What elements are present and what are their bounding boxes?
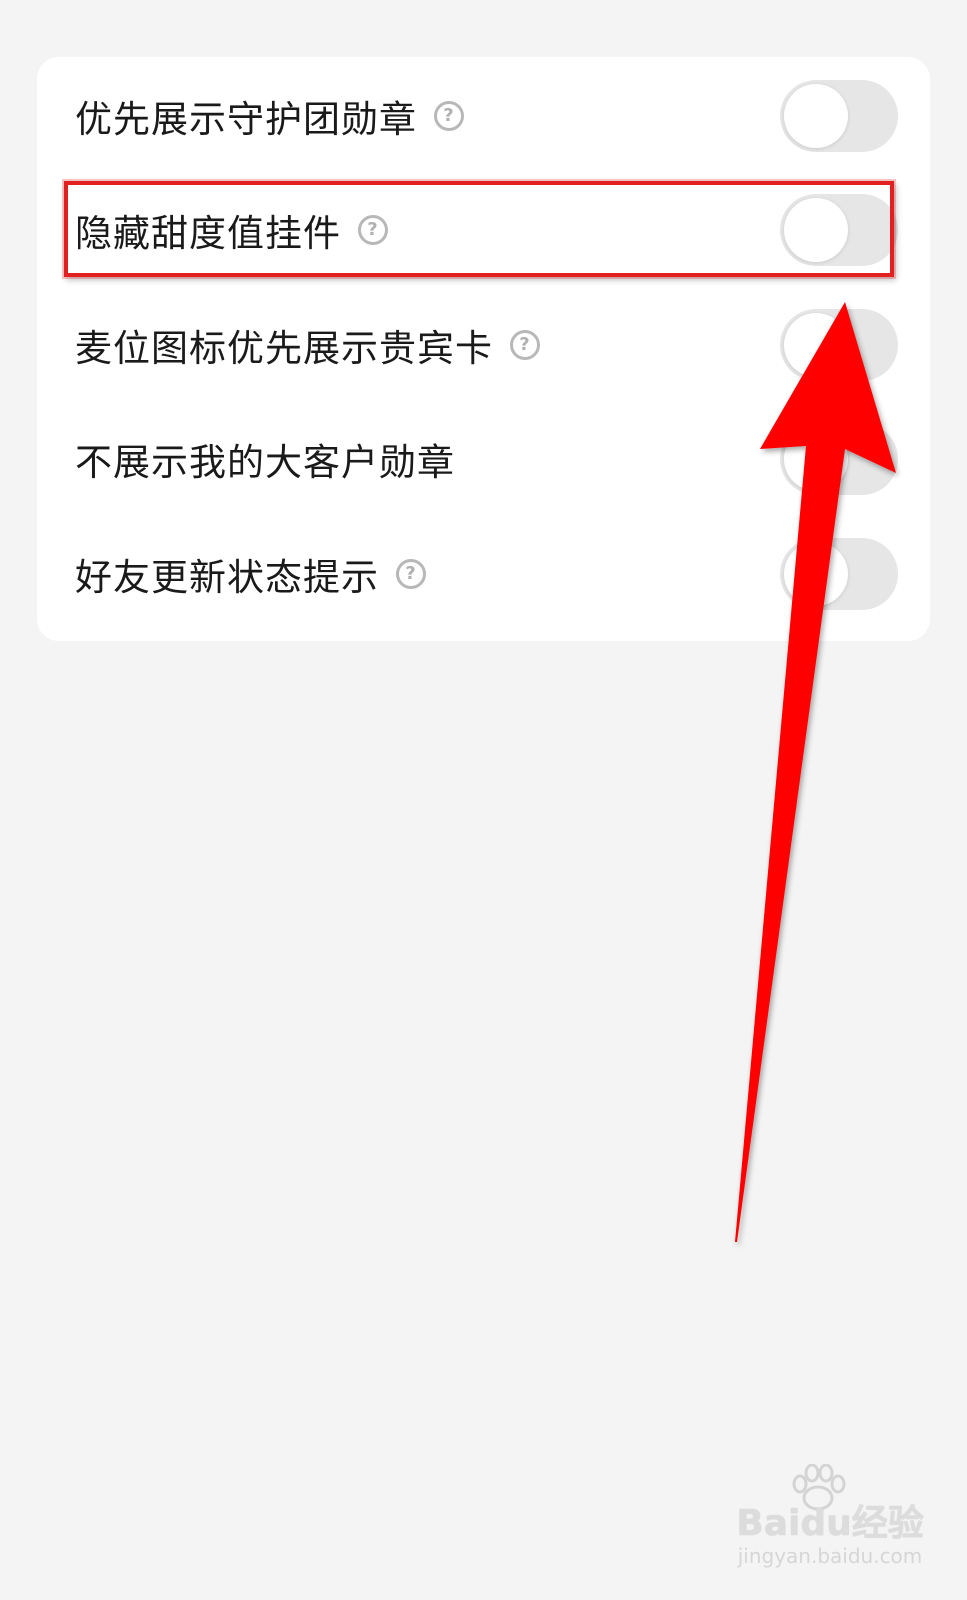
toggle-knob: [784, 541, 848, 606]
watermark-url: jingyan.baidu.com: [737, 1544, 923, 1568]
setting-label: 不展示我的大客户勋章: [75, 440, 455, 484]
setting-row-friend-status[interactable]: 好友更新状态提示 ?: [37, 515, 930, 632]
toggle-switch[interactable]: [780, 537, 898, 610]
watermark: Baidu经验 jingyan.baidu.com: [730, 1464, 930, 1584]
setting-label-wrapper: 优先展示守护团勋章 ?: [75, 89, 464, 143]
setting-row-hide-sweetness[interactable]: 隐藏甜度值挂件 ?: [37, 171, 930, 288]
help-icon[interactable]: ?: [510, 329, 540, 360]
setting-row-vip-card[interactable]: 麦位图标优先展示贵宾卡 ?: [37, 286, 930, 403]
toggle-knob: [784, 197, 848, 262]
help-icon[interactable]: ?: [358, 214, 388, 245]
setting-label: 麦位图标优先展示贵宾卡: [75, 326, 493, 370]
help-icon[interactable]: ?: [434, 100, 464, 131]
setting-row-guard-badge[interactable]: 优先展示守护团勋章 ?: [37, 57, 930, 174]
setting-label-wrapper: 不展示我的大客户勋章: [75, 432, 455, 486]
setting-label: 隐藏甜度值挂件: [75, 211, 341, 255]
setting-label: 优先展示守护团勋章: [75, 97, 417, 141]
setting-label: 好友更新状态提示: [75, 555, 379, 599]
setting-label-wrapper: 隐藏甜度值挂件 ?: [75, 203, 388, 257]
setting-label-wrapper: 麦位图标优先展示贵宾卡 ?: [75, 318, 540, 372]
setting-row-big-client-badge[interactable]: 不展示我的大客户勋章: [37, 400, 930, 517]
toggle-switch[interactable]: [780, 422, 898, 495]
toggle-switch[interactable]: [780, 308, 898, 381]
setting-label-wrapper: 好友更新状态提示 ?: [75, 547, 426, 601]
settings-card: 优先展示守护团勋章 ? 隐藏甜度值挂件 ? 麦位图标优先展示贵宾卡 ? 不展示我…: [37, 57, 930, 641]
toggle-knob: [784, 83, 848, 148]
toggle-switch[interactable]: [780, 79, 898, 152]
watermark-logo: Baidu经验: [736, 1503, 924, 1544]
toggle-switch[interactable]: [780, 193, 898, 266]
help-icon[interactable]: ?: [396, 558, 426, 589]
toggle-knob: [784, 312, 848, 377]
toggle-knob: [784, 426, 848, 491]
